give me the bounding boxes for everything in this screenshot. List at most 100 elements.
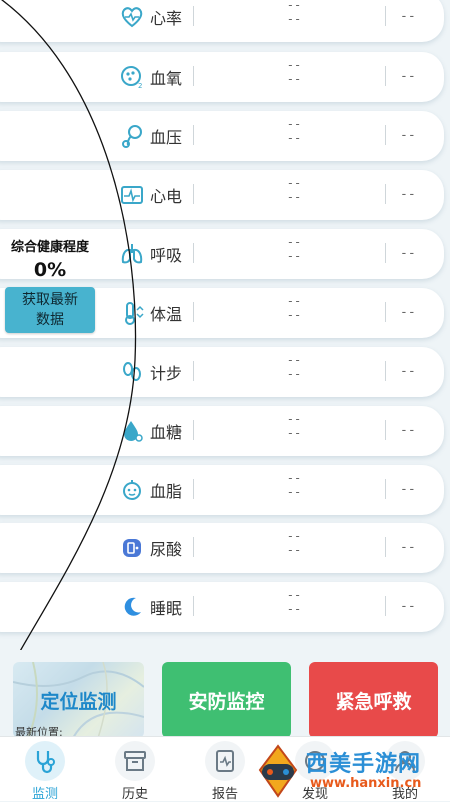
divider [193, 479, 194, 499]
security-monitor-label: 安防监控 [188, 690, 265, 713]
metric-value-right: -- [400, 246, 416, 261]
divider [385, 6, 386, 26]
metric-label: 血脂 [150, 482, 183, 501]
metric-value-bottom: -- [286, 12, 302, 26]
action-buttons: 定位监测 最新位置: 安防监控 紧急呼救 [0, 650, 450, 738]
metric-value-right: -- [400, 364, 416, 379]
metric-value-right: -- [400, 69, 416, 84]
metric-value-top: -- [286, 58, 302, 72]
divider [385, 479, 386, 499]
metric-value: -- -- [282, 176, 306, 204]
metric-value: -- -- [282, 412, 306, 440]
divider [385, 302, 386, 322]
metric-label: 血氧 [150, 69, 183, 88]
metric-label: 血糖 [150, 423, 183, 442]
metric-value-top: -- [286, 529, 302, 543]
health-percent: 0% [33, 259, 67, 281]
location-monitor-label: 定位监测 [40, 690, 117, 713]
metric-value: -- -- [282, 294, 306, 322]
metric-label: 睡眠 [150, 599, 183, 618]
emergency-call-button[interactable]: 紧急呼救 [309, 662, 438, 738]
metric-row-heart-rate[interactable]: 心率 -- -- -- [0, 0, 444, 42]
metric-value-right: -- [400, 482, 416, 497]
moon-icon [118, 593, 146, 621]
tab-label: 历史 [121, 787, 148, 802]
metric-value-right: -- [400, 128, 416, 143]
divider [385, 125, 386, 145]
metric-label: 尿酸 [150, 540, 183, 559]
blood-pressure-icon [118, 122, 146, 150]
divider [193, 243, 194, 263]
ecg-icon [118, 181, 146, 209]
divider [385, 184, 386, 204]
divider [385, 537, 386, 557]
watermark-url: www.hanxin.cn [310, 776, 422, 791]
refresh-data-label: 获取最新数据 [22, 292, 78, 328]
metric-value-right: -- [400, 540, 416, 555]
stethoscope-icon [25, 741, 65, 781]
metric-value-top: -- [286, 176, 302, 190]
divider [193, 302, 194, 322]
metric-value: -- -- [282, 58, 306, 86]
tab-stethoscope[interactable]: 监测 [10, 737, 80, 802]
divider [385, 420, 386, 440]
metric-value-bottom: -- [286, 131, 302, 145]
gamepad-logo-icon [258, 744, 298, 798]
blood-oxygen-icon: 2 [118, 63, 146, 91]
metric-row-blood-pressure[interactable]: 血压 -- -- -- [0, 111, 444, 161]
metric-value-bottom: -- [286, 249, 302, 263]
report-icon [205, 741, 245, 781]
divider [193, 125, 194, 145]
divider [193, 361, 194, 381]
metric-value: -- -- [282, 471, 306, 499]
divider [385, 66, 386, 86]
footsteps-icon [118, 358, 146, 386]
tab-archive-box[interactable]: 历史 [100, 737, 170, 802]
metric-row-moon[interactable]: 睡眠 -- -- -- [0, 582, 444, 632]
divider [193, 6, 194, 26]
metric-value: -- -- [282, 529, 306, 557]
metric-value-right: -- [400, 9, 416, 24]
divider [193, 537, 194, 557]
watermark-text: 西美手游网 [306, 752, 422, 777]
metric-value-top: -- [286, 235, 302, 249]
metric-value-top: -- [286, 471, 302, 485]
metric-value-top: -- [286, 0, 302, 12]
metric-value-bottom: -- [286, 308, 302, 322]
divider [193, 66, 194, 86]
metric-value-bottom: -- [286, 485, 302, 499]
metric-value-bottom: -- [286, 367, 302, 381]
metric-value: -- -- [282, 588, 306, 616]
divider [193, 420, 194, 440]
metric-value: -- -- [282, 353, 306, 381]
metric-row-blood-oxygen[interactable]: 2 血氧 -- -- -- [0, 52, 444, 102]
metric-label: 计步 [150, 364, 183, 383]
health-summary: 综合健康程度 0% [0, 236, 100, 281]
security-monitor-button[interactable]: 安防监控 [162, 662, 291, 738]
metric-row-footsteps[interactable]: 计步 -- -- -- [0, 347, 444, 397]
metric-value-bottom: -- [286, 602, 302, 616]
metric-value-bottom: -- [286, 543, 302, 557]
uric-acid-icon [118, 534, 146, 562]
heart-rate-icon [118, 3, 146, 31]
watermark: 西美手游网 www.hanxin.cn [250, 738, 450, 800]
metric-row-ecg[interactable]: 心电 -- -- -- [0, 170, 444, 220]
metric-label: 心电 [150, 187, 183, 206]
metric-row-uric-acid[interactable]: 尿酸 -- -- -- [0, 523, 444, 573]
metric-value-right: -- [400, 599, 416, 614]
lungs-icon [118, 240, 146, 268]
divider [385, 596, 386, 616]
tab-label: 监测 [31, 787, 58, 802]
metric-value-top: -- [286, 117, 302, 131]
refresh-data-button[interactable]: 获取最新数据 [5, 287, 95, 333]
metric-value-bottom: -- [286, 190, 302, 204]
location-monitor-button[interactable]: 定位监测 最新位置: [13, 662, 144, 738]
metric-value: -- -- [282, 235, 306, 263]
metric-value-top: -- [286, 588, 302, 602]
blood-lipid-icon [118, 476, 146, 504]
metric-value-right: -- [400, 305, 416, 320]
metric-row-blood-sugar[interactable]: 血糖 -- -- -- [0, 406, 444, 456]
metric-value-bottom: -- [286, 72, 302, 86]
metric-value-top: -- [286, 294, 302, 308]
metric-row-blood-lipid[interactable]: 血脂 -- -- -- [0, 465, 444, 515]
